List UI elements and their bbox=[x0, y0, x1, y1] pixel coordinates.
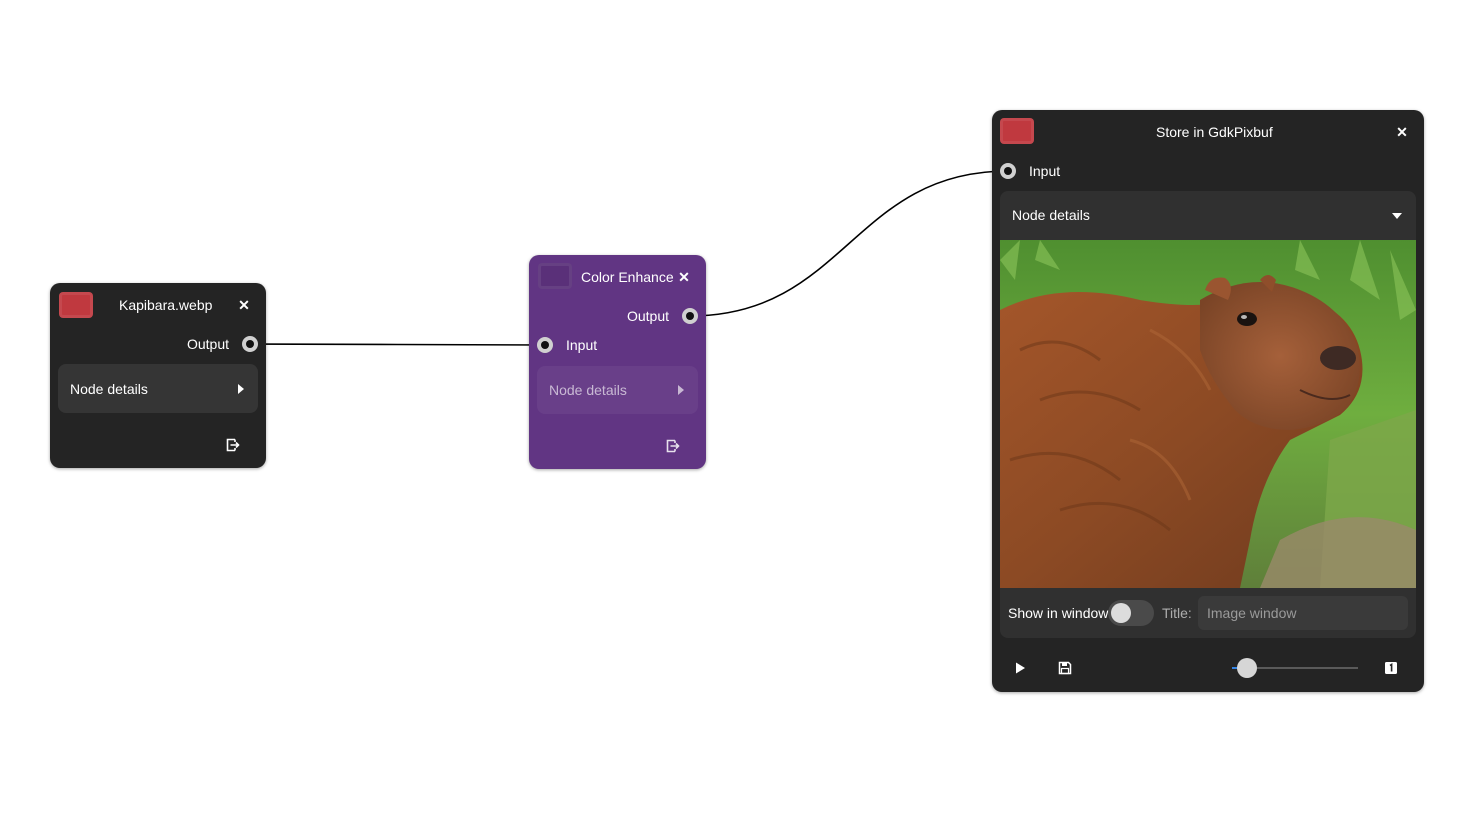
chevron-down-icon bbox=[1392, 213, 1402, 219]
output-port-label: Output bbox=[186, 336, 229, 352]
node-details-label: Node details bbox=[1012, 207, 1090, 223]
node-details-label: Node details bbox=[70, 380, 148, 397]
wire-color-enhance-to-store bbox=[689, 170, 1009, 317]
one-to-one-icon[interactable] bbox=[1384, 661, 1398, 675]
node-details-label: Node details bbox=[549, 382, 627, 398]
chevron-right-icon bbox=[238, 383, 244, 394]
window-title-input[interactable] bbox=[1198, 596, 1408, 630]
node-kapibara[interactable]: Kapibara.webp ✕ Output Node details bbox=[50, 283, 266, 468]
node-title: Store in GdkPixbuf bbox=[1156, 124, 1273, 140]
output-socket[interactable] bbox=[242, 336, 258, 352]
switch-knob bbox=[1111, 603, 1131, 623]
node-details-button[interactable]: Node details bbox=[58, 364, 258, 413]
save-icon[interactable] bbox=[1058, 661, 1072, 675]
play-icon[interactable] bbox=[1013, 661, 1027, 675]
node-color-swatch[interactable] bbox=[1000, 118, 1034, 144]
output-socket[interactable] bbox=[682, 308, 698, 324]
zoom-slider[interactable] bbox=[1232, 658, 1358, 678]
node-color-swatch[interactable] bbox=[538, 263, 572, 289]
show-in-window-switch[interactable] bbox=[1108, 600, 1154, 626]
node-title: Kapibara.webp bbox=[119, 297, 213, 313]
input-port-label: Input bbox=[1029, 163, 1061, 179]
close-icon[interactable]: ✕ bbox=[234, 295, 254, 315]
input-socket[interactable] bbox=[1000, 163, 1016, 179]
export-icon[interactable] bbox=[666, 439, 680, 453]
node-store-gdkpixbuf[interactable]: Store in GdkPixbuf ✕ Input Node details bbox=[992, 110, 1424, 692]
window-title-field[interactable] bbox=[1198, 596, 1408, 630]
node-title: Color Enhance bbox=[581, 269, 674, 285]
capybara-image bbox=[1000, 240, 1416, 588]
preview-options: Show in window Title: bbox=[1000, 588, 1416, 638]
image-preview bbox=[1000, 240, 1416, 588]
chevron-right-icon bbox=[678, 385, 684, 395]
input-port-label: Input bbox=[566, 337, 598, 353]
input-socket[interactable] bbox=[537, 337, 553, 353]
node-details-button[interactable]: Node details bbox=[537, 366, 698, 414]
export-icon[interactable] bbox=[226, 438, 240, 452]
close-icon[interactable]: ✕ bbox=[1392, 122, 1412, 142]
output-port-label: Output bbox=[626, 308, 669, 324]
close-icon[interactable]: ✕ bbox=[674, 267, 694, 287]
node-details-expander[interactable]: Node details bbox=[1000, 191, 1416, 240]
window-title-label: Title: bbox=[1162, 605, 1192, 621]
slider-knob[interactable] bbox=[1237, 658, 1258, 678]
node-color-enhance[interactable]: Color Enhance ✕ Output Input Node detail… bbox=[529, 255, 706, 469]
show-in-window-label: Show in window bbox=[1008, 605, 1109, 621]
wire-kapibara-to-color-enhance bbox=[249, 343, 546, 346]
node-color-swatch[interactable] bbox=[59, 292, 93, 318]
